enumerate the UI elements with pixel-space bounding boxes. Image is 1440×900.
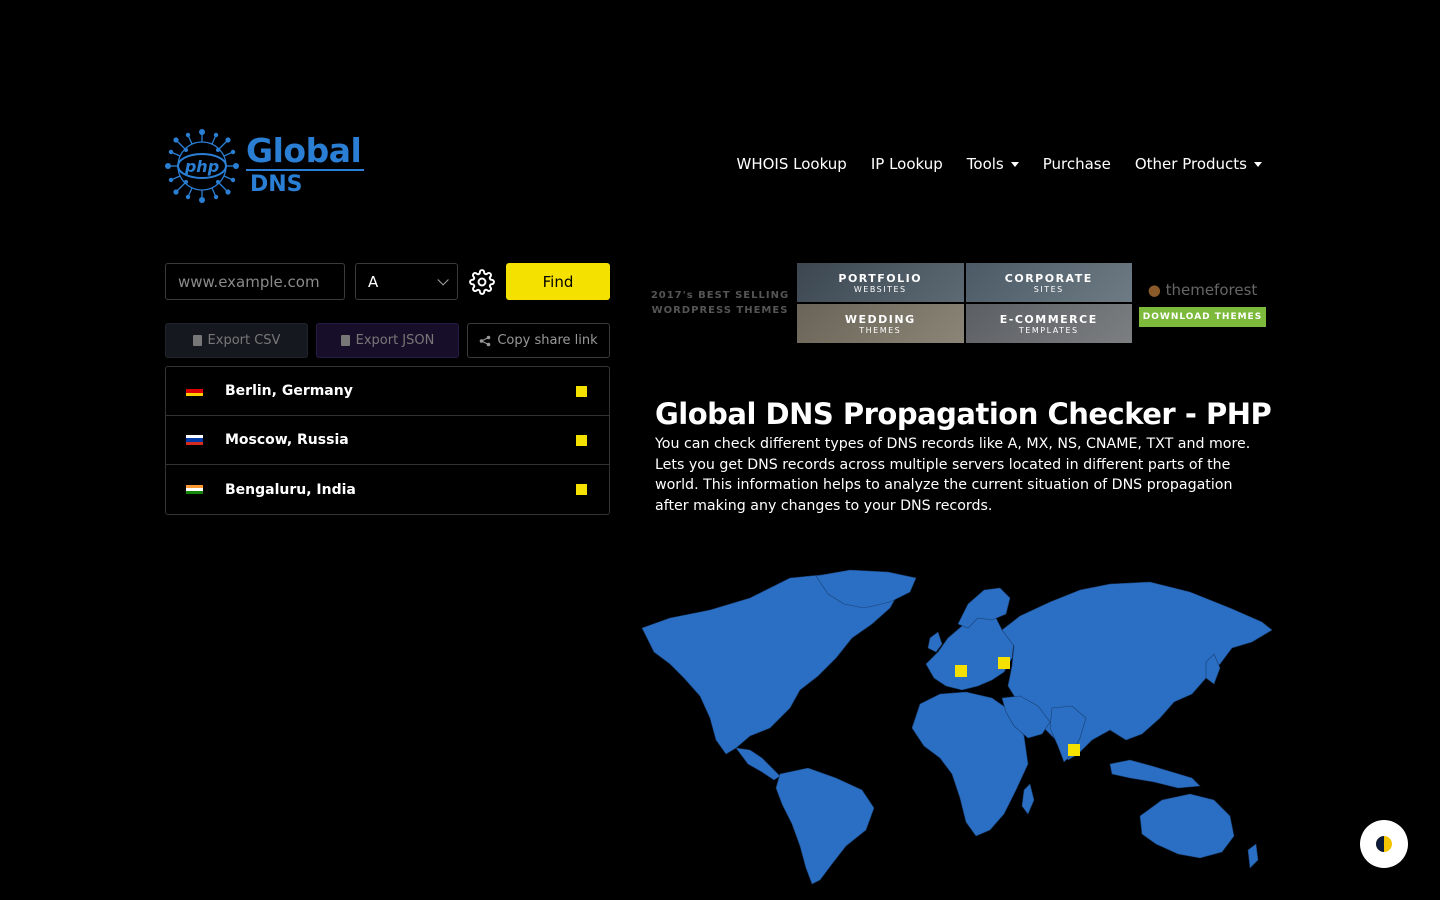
caret-down-icon	[1010, 161, 1019, 167]
nav-purchase[interactable]: Purchase	[1043, 155, 1111, 173]
server-row-moscow[interactable]: Moscow, Russia	[166, 416, 609, 465]
continent-australia	[1139, 793, 1235, 859]
continent-new-zealand	[1247, 843, 1259, 869]
nav-tools-dropdown[interactable]: Tools	[967, 155, 1019, 173]
domain-search-input[interactable]	[165, 263, 345, 300]
russia-flag-icon	[186, 435, 203, 445]
download-themes-button[interactable]: DOWNLOAD THEMES	[1139, 307, 1266, 327]
nav-whois-lookup[interactable]: WHOIS Lookup	[736, 155, 846, 173]
continent-central-america	[735, 747, 781, 781]
share-icon	[480, 335, 491, 346]
chevron-down-icon	[437, 273, 449, 286]
ad-tile-portfolio[interactable]: PORTFOLIO WEBSITES	[797, 263, 964, 302]
page-title: Global DNS Propagation Checker - PHP	[655, 397, 1272, 431]
world-map	[640, 568, 1275, 886]
germany-flag-icon	[186, 386, 203, 396]
continent-indonesia	[1109, 759, 1201, 789]
theme-toggle-button[interactable]	[1360, 820, 1408, 868]
themeforest-logo: ● themeforest	[1147, 281, 1258, 299]
export-json-button[interactable]: Export JSON	[316, 323, 459, 358]
record-type-select[interactable]: A	[355, 263, 458, 300]
ad-tile-corporate[interactable]: CORPORATE SITES	[965, 263, 1132, 302]
map-marker-berlin[interactable]	[955, 665, 967, 677]
map-marker-bengaluru[interactable]	[1068, 744, 1080, 756]
file-csv-icon	[192, 335, 202, 346]
server-location: Bengaluru, India	[225, 481, 356, 498]
export-csv-button[interactable]: Export CSV	[165, 323, 308, 358]
page-description: You can check different types of DNS rec…	[655, 436, 1251, 514]
server-row-berlin[interactable]: Berlin, Germany	[166, 367, 609, 416]
ad-cta: ● themeforest DOWNLOAD THEMES	[1139, 281, 1266, 327]
record-type-value: A	[368, 272, 379, 291]
world-map-svg	[641, 569, 1273, 885]
map-marker-moscow[interactable]	[998, 657, 1010, 669]
logo-badge-text: php	[184, 157, 219, 176]
ad-tile-ecommerce[interactable]: E-COMMERCE TEMPLATES	[965, 304, 1132, 343]
copy-share-link-button[interactable]: Copy share link	[467, 323, 610, 358]
php-network-icon: php	[165, 129, 239, 203]
file-json-icon	[340, 335, 350, 346]
continent-europe	[925, 615, 1015, 691]
status-indicator	[576, 434, 587, 446]
continent-south-america	[775, 767, 875, 885]
ad-tagline: 2017's BEST SELLING WORDPRESS THEMES	[650, 290, 790, 316]
brand-subname: DNS	[250, 172, 303, 197]
settings-gear-icon[interactable]	[469, 269, 495, 295]
half-moon-icon	[1376, 836, 1392, 852]
server-location: Berlin, Germany	[225, 383, 353, 399]
server-location: Moscow, Russia	[225, 432, 349, 448]
export-toolbar: Export CSV Export JSON Copy share link	[165, 323, 610, 358]
status-indicator	[576, 484, 587, 495]
server-row-bengaluru[interactable]: Bengaluru, India	[166, 465, 609, 514]
themeforest-ad-banner[interactable]: 2017's BEST SELLING WORDPRESS THEMES POR…	[645, 263, 1270, 343]
caret-down-icon	[1254, 161, 1262, 167]
brand-name: Global	[246, 133, 364, 171]
ad-tile-wedding[interactable]: WEDDING THEMES	[797, 304, 964, 343]
nav-other-products-dropdown[interactable]: Other Products	[1135, 155, 1262, 173]
brand-logo[interactable]: php Global DNS	[164, 128, 374, 204]
find-button[interactable]: Find	[506, 263, 610, 300]
continent-madagascar	[1021, 783, 1035, 815]
main-nav: WHOIS Lookup IP Lookup Tools Purchase Ot…	[736, 155, 1262, 173]
server-results-list: Berlin, Germany Moscow, Russia Bengaluru…	[165, 366, 610, 515]
nav-ip-lookup[interactable]: IP Lookup	[871, 155, 943, 173]
status-indicator	[576, 385, 587, 397]
ad-tiles: PORTFOLIO WEBSITES CORPORATE SITES WEDDING…	[797, 263, 1132, 343]
india-flag-icon	[186, 484, 203, 495]
